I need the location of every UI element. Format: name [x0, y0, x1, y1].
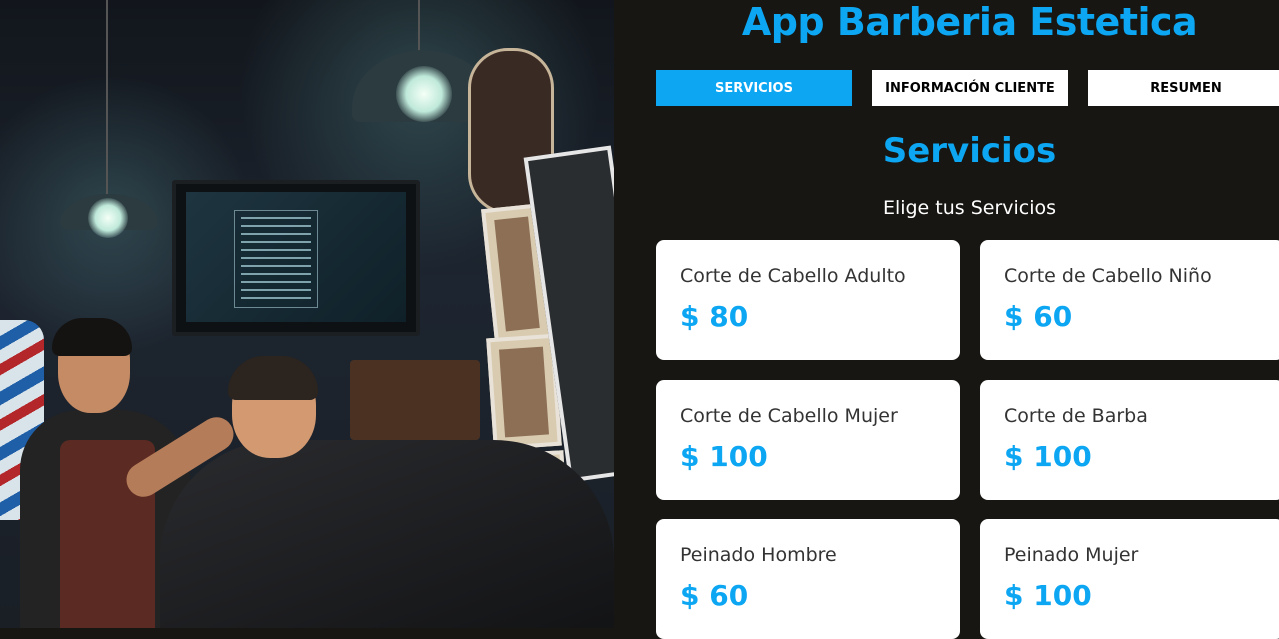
service-name: Corte de Cabello Mujer: [680, 405, 898, 427]
section-title: Servicios: [882, 131, 1057, 171]
lamp-cord: [106, 0, 108, 196]
service-price: $ 80: [680, 300, 749, 333]
lamp-bulb: [88, 198, 128, 238]
app-panel: App Barberia Estetica SERVICIOS INFORMAC…: [614, 0, 1279, 639]
barbershop-photo: [0, 0, 614, 628]
service-name: Corte de Barba: [1004, 405, 1148, 427]
section-subtitle: Elige tus Servicios: [882, 197, 1057, 219]
client-cape: [160, 440, 614, 628]
service-name: Corte de Cabello Niño: [1004, 265, 1212, 287]
service-price: $ 100: [680, 440, 768, 473]
tab-servicios[interactable]: SERVICIOS: [656, 70, 852, 106]
service-price: $ 100: [1004, 579, 1092, 612]
lamp-cord: [418, 0, 420, 52]
service-name: Peinado Hombre: [680, 544, 837, 566]
wall-shelf: [350, 360, 480, 440]
service-name: Peinado Mujer: [1004, 544, 1139, 566]
service-card[interactable]: Corte de Cabello Adulto $ 80: [656, 240, 960, 360]
service-card[interactable]: Corte de Barba $ 100: [980, 380, 1279, 500]
service-card[interactable]: Peinado Hombre $ 60: [656, 519, 960, 639]
service-card[interactable]: Corte de Cabello Niño $ 60: [980, 240, 1279, 360]
service-price: $ 60: [1004, 300, 1073, 333]
app-title: App Barberia Estetica: [741, 0, 1198, 44]
tab-resumen[interactable]: RESUMEN: [1088, 70, 1279, 106]
service-price: $ 60: [680, 579, 749, 612]
tab-bar: SERVICIOS INFORMACIÓN CLIENTE RESUMEN: [656, 70, 1279, 106]
lamp-bulb: [396, 66, 452, 122]
barber-hair: [52, 318, 132, 356]
service-card[interactable]: Corte de Cabello Mujer $ 100: [656, 380, 960, 500]
wall-tv: [172, 180, 420, 336]
service-name: Corte de Cabello Adulto: [680, 265, 906, 287]
service-card[interactable]: Peinado Mujer $ 100: [980, 519, 1279, 639]
tab-informacion-cliente[interactable]: INFORMACIÓN CLIENTE: [872, 70, 1068, 106]
service-price: $ 100: [1004, 440, 1092, 473]
